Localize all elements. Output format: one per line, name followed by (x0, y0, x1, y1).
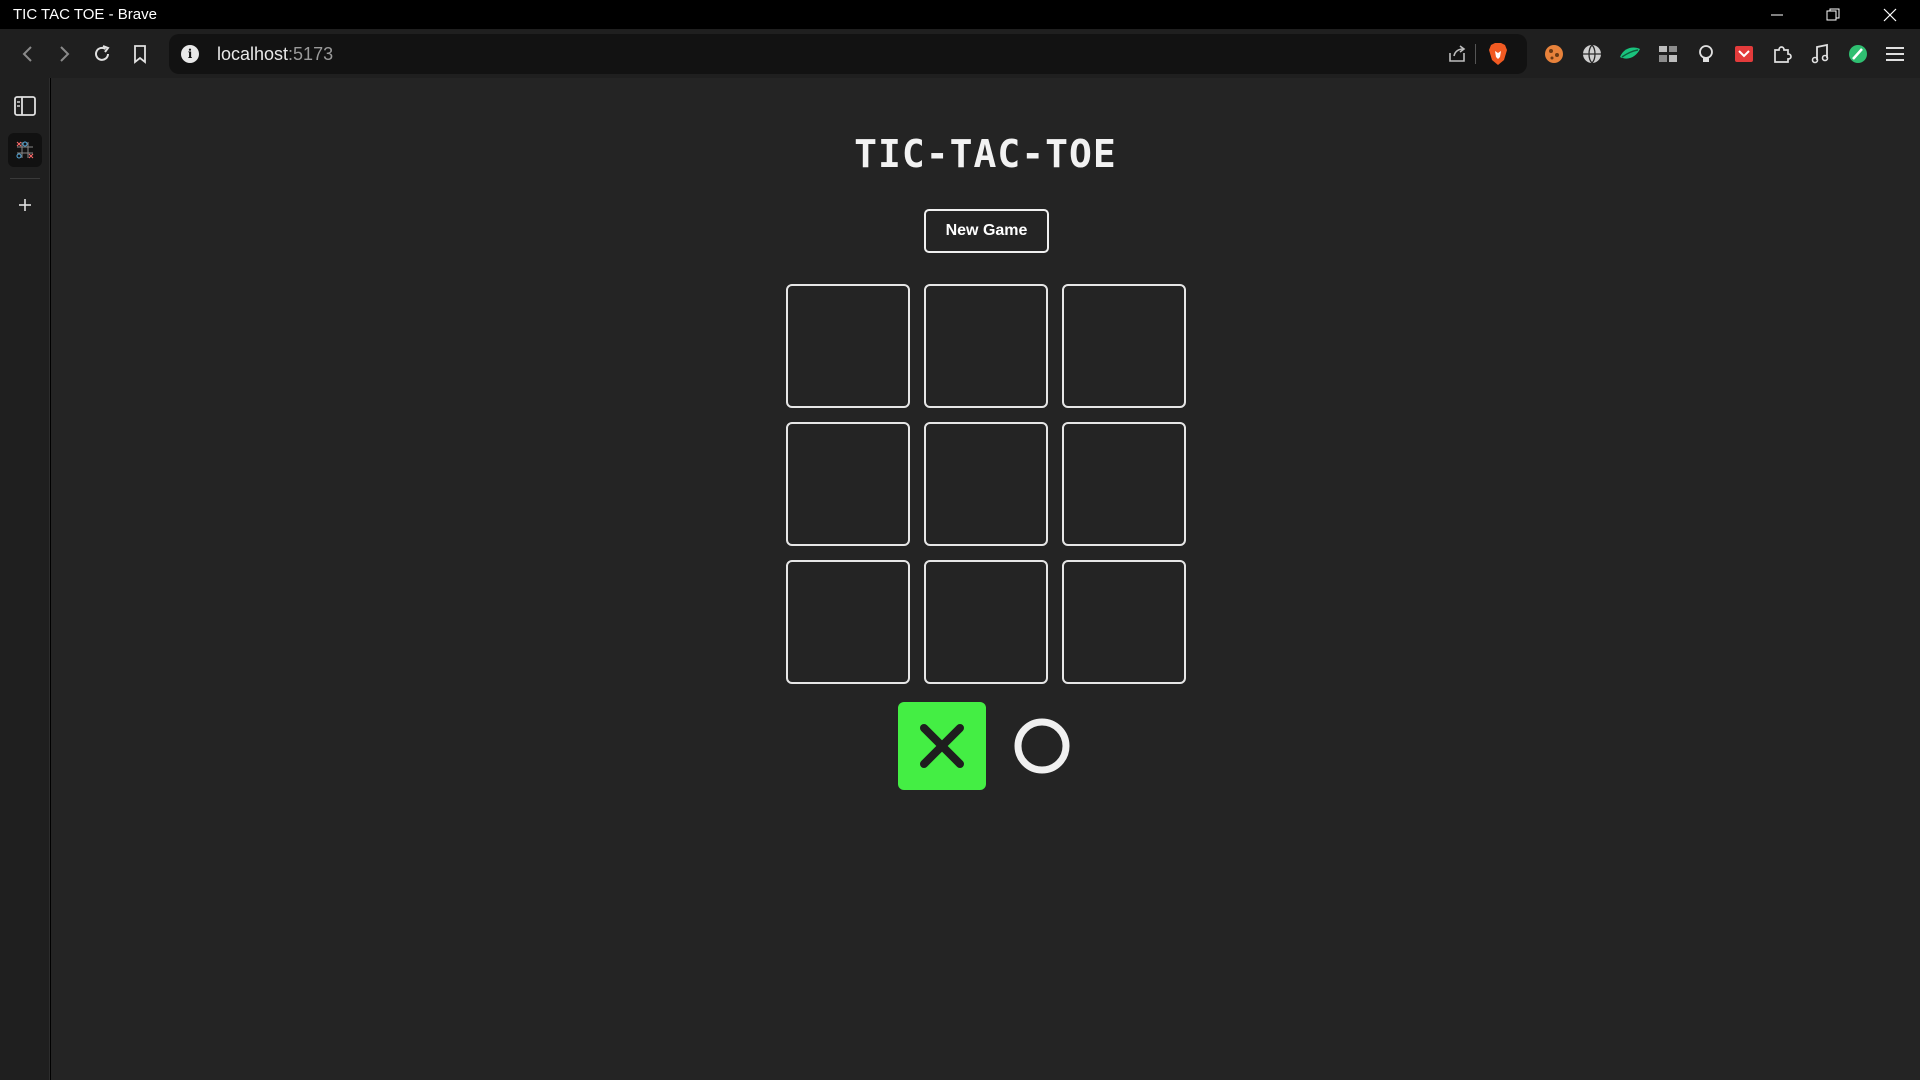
sidebar-panel-icon (14, 96, 36, 116)
minimize-button[interactable] (1749, 0, 1805, 29)
browser-toolbar: i localhost:5173 (0, 29, 1920, 78)
address-bar[interactable]: i localhost:5173 (169, 34, 1527, 74)
forward-button[interactable] (49, 39, 79, 69)
board-cell[interactable] (786, 422, 910, 546)
game-title: TIC-TAC-TOE (854, 132, 1117, 176)
window-titlebar: TIC TAC TOE - Brave (0, 0, 1920, 29)
reload-button[interactable] (87, 39, 117, 69)
board-cell[interactable] (1062, 284, 1186, 408)
close-window-button[interactable] (1862, 0, 1918, 29)
media-music-icon[interactable] (1807, 41, 1833, 67)
bookmark-button[interactable] (125, 39, 155, 69)
board-cell[interactable] (786, 284, 910, 408)
restore-icon (1826, 8, 1840, 20)
extension-red-gift-icon[interactable] (1731, 41, 1757, 67)
back-button[interactable] (13, 39, 43, 69)
player-o-indicator (998, 702, 1086, 790)
player-indicator (898, 702, 1086, 790)
extension-pen-icon[interactable] (1845, 41, 1871, 67)
sidebar-divider (10, 178, 40, 179)
plus-icon (19, 199, 31, 211)
board-cell[interactable] (924, 284, 1048, 408)
o-icon (1014, 718, 1070, 774)
board-cell[interactable] (924, 422, 1048, 546)
extension-bulb-icon[interactable] (1693, 41, 1719, 67)
board-cell[interactable] (1062, 422, 1186, 546)
game-board (786, 284, 1187, 684)
share-icon[interactable] (1446, 43, 1468, 70)
sidebar-add-button[interactable] (8, 188, 42, 222)
menu-hamburger-icon[interactable] (1882, 41, 1908, 67)
brave-shields-icon[interactable] (1487, 42, 1509, 71)
board-cell[interactable] (1062, 560, 1186, 684)
extension-globe-icon[interactable] (1579, 41, 1605, 67)
sidebar-tab-tictactoe[interactable] (8, 133, 42, 167)
extension-leaf-icon[interactable] (1617, 41, 1643, 67)
extension-cookie-icon[interactable] (1541, 41, 1567, 67)
x-icon (920, 724, 964, 768)
browser-sidebar (0, 78, 50, 1080)
player-x-indicator (898, 702, 986, 790)
extension-tools-icon[interactable] (1655, 41, 1681, 67)
minimize-icon (1771, 14, 1783, 15)
restore-button[interactable] (1805, 0, 1861, 29)
board-cell[interactable] (924, 560, 1048, 684)
back-arrow-icon (22, 46, 32, 62)
close-icon (1883, 8, 1897, 21)
extensions-puzzle-icon[interactable] (1769, 41, 1795, 67)
site-info-icon[interactable]: i (181, 45, 199, 63)
forward-arrow-icon (60, 46, 70, 62)
new-game-button[interactable]: New Game (924, 209, 1049, 253)
tictactoe-favicon-icon (16, 141, 34, 159)
url-port: :5173 (288, 44, 334, 64)
divider (1475, 44, 1476, 64)
url-host: localhost (217, 44, 289, 64)
url-text[interactable]: localhost:5173 (217, 44, 333, 65)
board-cell[interactable] (786, 560, 910, 684)
bookmark-icon (134, 45, 146, 64)
window-title: TIC TAC TOE - Brave (13, 6, 157, 23)
sidebar-toggle-button[interactable] (8, 89, 42, 123)
reload-icon (95, 45, 110, 61)
page-content: TIC-TAC-TOE New Game (51, 78, 1920, 1080)
